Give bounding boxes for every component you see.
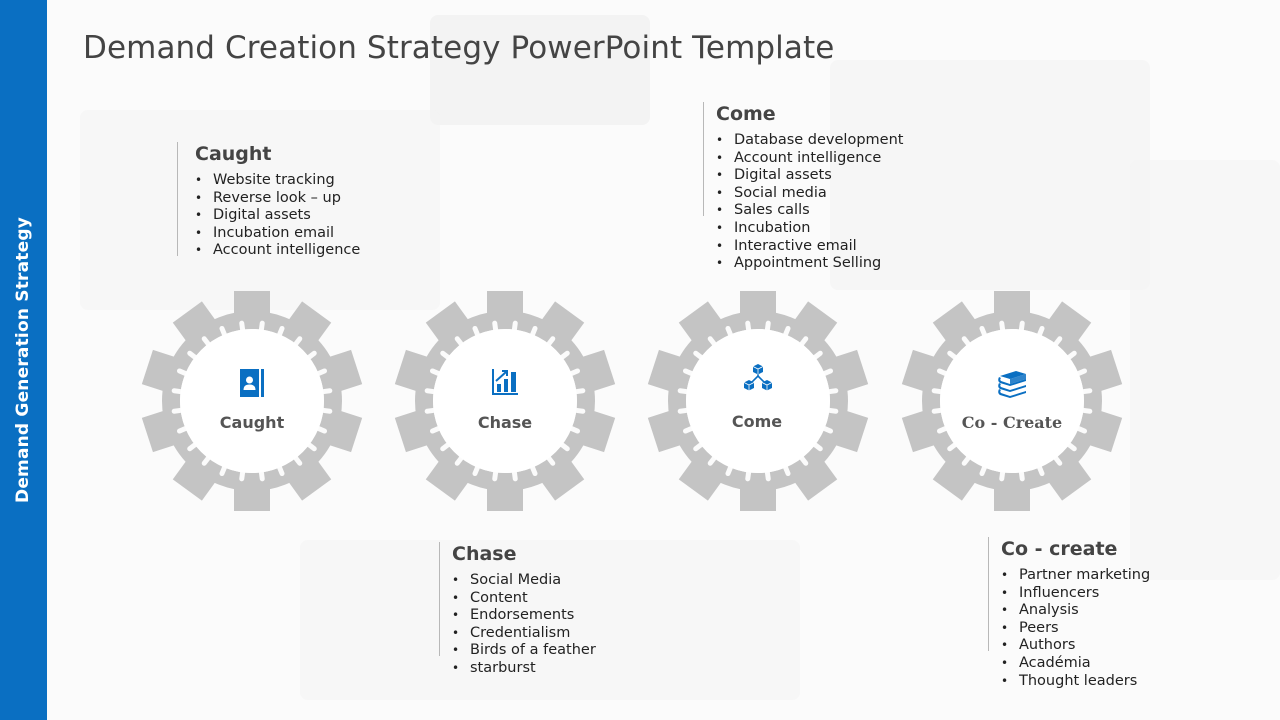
gear-tooth (234, 291, 270, 317)
gear-tooth (994, 485, 1030, 511)
gears-layer (141, 291, 1123, 511)
gear-label-come: Come (731, 412, 783, 431)
gear-tooth (487, 485, 523, 511)
gear-label-caught: Caught (219, 413, 285, 432)
gear-label-chase: Chase (477, 413, 533, 432)
gear-tooth (740, 485, 776, 511)
gear-center (180, 329, 324, 473)
gear-caught (141, 291, 363, 511)
stacked-books-icon (996, 370, 1028, 402)
gear-tooth (740, 291, 776, 317)
bar-chart-growth-icon (491, 368, 519, 400)
gear-center (433, 329, 577, 473)
gear-label-cocreate: Co - Create (961, 413, 1063, 432)
gear-tooth (487, 291, 523, 317)
connected-cubes-icon (742, 363, 774, 397)
contact-book-icon (239, 369, 265, 401)
gear-tooth (234, 485, 270, 511)
gear-center (686, 329, 830, 473)
gear-chase (394, 291, 616, 511)
gear-tooth (994, 291, 1030, 317)
gear-come (647, 291, 869, 511)
